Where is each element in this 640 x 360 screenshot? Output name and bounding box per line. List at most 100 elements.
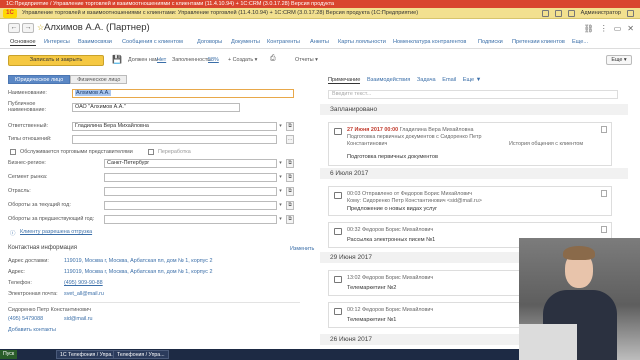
note-input[interactable]: Введите текст... — [328, 90, 618, 99]
card-subject: Подготовка первичных документов с Сидоре… — [347, 134, 482, 140]
menu-icon[interactable] — [627, 10, 634, 17]
fullname-input[interactable]: ОАО "Алхимов А.А." — [72, 103, 240, 112]
tab-contracts[interactable]: Договоры — [197, 39, 222, 45]
debt-value[interactable]: Нет — [157, 57, 166, 63]
contacts-edit-link[interactable]: Изменить — [290, 246, 314, 252]
add-contact-link[interactable]: Добавить контакты — [8, 327, 56, 333]
reports-menu[interactable]: Отчеты ▾ — [295, 57, 318, 63]
open-icon[interactable]: ⧉ — [286, 201, 294, 210]
card-body: Телемаркетинг №2 — [347, 285, 397, 291]
save-icon[interactable]: 💾 — [112, 55, 122, 64]
add-contact-row: Добавить контакты — [8, 326, 300, 336]
tab-individual[interactable]: Физическое лицо — [70, 75, 128, 84]
tab-interactions[interactable]: Взаимодействия — [367, 77, 410, 83]
processing-checkbox[interactable] — [148, 149, 154, 155]
prev-turnover-row: Обороты за предшествующий год: ▾ ⧉ — [8, 215, 300, 225]
client-shipping-link[interactable]: Клиенту разрешена отгрузка — [20, 229, 92, 235]
segment-input[interactable] — [104, 173, 277, 182]
tab-surveys[interactable]: Анкеты — [310, 39, 329, 45]
close-icon[interactable] — [601, 190, 607, 197]
industry-input[interactable] — [104, 187, 277, 196]
segment-row: Сегмент рынка: ▾ ⧉ — [8, 173, 300, 183]
chevron-down-icon[interactable]: ▾ — [277, 215, 284, 224]
save-close-button[interactable]: Записать и закрыть — [8, 55, 104, 66]
bell-icon[interactable] — [541, 10, 549, 17]
tab-more[interactable]: Еще ▼ — [463, 77, 481, 83]
timeline-card[interactable]: 00:03 Отправлено от Федоров Борис Михайл… — [328, 186, 612, 216]
chevron-down-icon[interactable]: ▾ — [277, 122, 284, 131]
back-button[interactable]: ← — [8, 23, 20, 33]
chevron-down-icon[interactable]: ▾ — [277, 173, 284, 182]
tab-main[interactable]: Основное — [10, 39, 36, 46]
chevron-down-icon[interactable]: ▾ — [277, 187, 284, 196]
open-icon[interactable]: ⧉ — [286, 215, 294, 224]
contact-person-email[interactable]: sid@mail.ru — [64, 316, 93, 322]
open-icon[interactable]: ⧉ — [286, 122, 294, 131]
tab-relations[interactable]: Взаимосвязи — [78, 39, 112, 45]
open-icon[interactable]: ⧉ — [286, 159, 294, 168]
region-input[interactable]: Санкт-Петербург — [104, 159, 277, 168]
tab-email[interactable]: Email — [442, 77, 456, 83]
open-icon[interactable]: ⧉ — [286, 173, 294, 182]
more-button[interactable]: Еще ▾ — [606, 55, 632, 65]
name-input[interactable]: Алхимов А.А. — [72, 89, 294, 98]
fill-label: Заполненность: — [172, 57, 212, 63]
close-icon[interactable]: ✕ — [627, 24, 634, 33]
trade-reps-checkbox[interactable] — [10, 149, 16, 155]
link-icon[interactable]: ⛓ — [584, 24, 594, 33]
prev-turnover-input[interactable] — [104, 215, 277, 224]
close-icon[interactable] — [601, 226, 607, 233]
rel-type-input[interactable] — [72, 135, 277, 144]
tab-task[interactable]: Задача — [417, 77, 436, 83]
trade-reps-label: Обслуживается торговыми представителями — [20, 149, 133, 155]
contact-person-phone[interactable]: (495) 5479088 — [8, 316, 43, 322]
address-value[interactable]: 119019, Москва г, Москва, Арбатская пл, … — [64, 269, 212, 275]
entity-type-switch: Юридическое лицо Физическое лицо — [8, 75, 128, 84]
edit-icon[interactable]: … — [286, 135, 294, 144]
delivery-value[interactable]: 119019, Москва г, Москва, Арбатская пл, … — [64, 258, 212, 264]
star-icon[interactable] — [567, 10, 575, 17]
tab-loyalty[interactable]: Карты лояльности — [338, 39, 386, 45]
tab-subscriptions[interactable]: Подписки — [478, 39, 503, 45]
tab-counterparties[interactable]: Контрагенты — [267, 39, 300, 45]
phone-value[interactable]: (495) 909-90-88 — [64, 280, 103, 286]
forward-button[interactable]: → — [22, 23, 34, 33]
card-subject-cont: Константинович — [347, 141, 388, 147]
email-value[interactable]: svet_all@mail.ru — [64, 291, 104, 297]
tab-note[interactable]: Примечание — [328, 77, 361, 84]
contact-person-details: (495) 5479088 sid@mail.ru — [8, 315, 300, 325]
taskbar-item[interactable]: 1С Телефония / Упра... — [56, 350, 120, 359]
minimize-icon[interactable]: ▭ — [614, 24, 622, 33]
open-icon[interactable]: ⧉ — [286, 187, 294, 196]
create-menu[interactable]: + Создать ▾ — [228, 57, 257, 63]
chevron-down-icon[interactable]: ▾ — [277, 159, 284, 168]
tab-claims[interactable]: Претензии клиентов — [512, 39, 565, 45]
app-title: Управление торговлей и взаимоотношениями… — [22, 10, 419, 16]
close-icon[interactable] — [601, 126, 607, 133]
responsible-input[interactable]: Гладилина Вера Михайловна — [72, 122, 277, 131]
turnover-label: Обороты за текущий год: — [8, 202, 71, 208]
start-button[interactable]: Пуск — [0, 350, 18, 359]
history-icon[interactable] — [554, 10, 562, 17]
timeline-card[interactable]: 27 Июня 2017 00:00 Гладилина Вера Михайл… — [328, 122, 612, 166]
user-name[interactable]: Администратор — [581, 8, 621, 19]
contact-person-name: Сидоренко Петр Константинович — [8, 307, 91, 313]
phone-row: Телефон: (495) 909-90-88 — [8, 279, 300, 289]
tab-interests[interactable]: Интересы — [44, 39, 70, 45]
print-icon[interactable]: ⎙ — [270, 55, 276, 63]
mail-icon — [334, 192, 342, 199]
history-link[interactable]: История общения с клиентом — [509, 141, 583, 148]
doc-actions: ⛓ ⋮ ▭ ✕ — [584, 24, 634, 33]
chevron-down-icon[interactable]: ▾ — [277, 201, 284, 210]
delivery-row: Адрес доставки: 119019, Москва г, Москва… — [8, 257, 300, 267]
tab-more[interactable]: Еще... — [572, 39, 588, 45]
tab-nomenclature[interactable]: Номенклатура контрагентов — [393, 39, 466, 45]
tab-messages[interactable]: Сообщения с клиентом — [122, 39, 183, 45]
more-icon[interactable]: ⋮ — [600, 24, 608, 33]
tab-legal-entity[interactable]: Юридическое лицо — [8, 75, 71, 84]
taskbar-item[interactable]: Телефония / Упра... — [113, 350, 169, 359]
fill-value[interactable]: 58% — [208, 57, 219, 63]
turnover-input[interactable] — [104, 201, 277, 210]
name-row: Наименование: Алхимов А.А. — [8, 89, 300, 99]
tab-documents[interactable]: Документы — [231, 39, 260, 45]
